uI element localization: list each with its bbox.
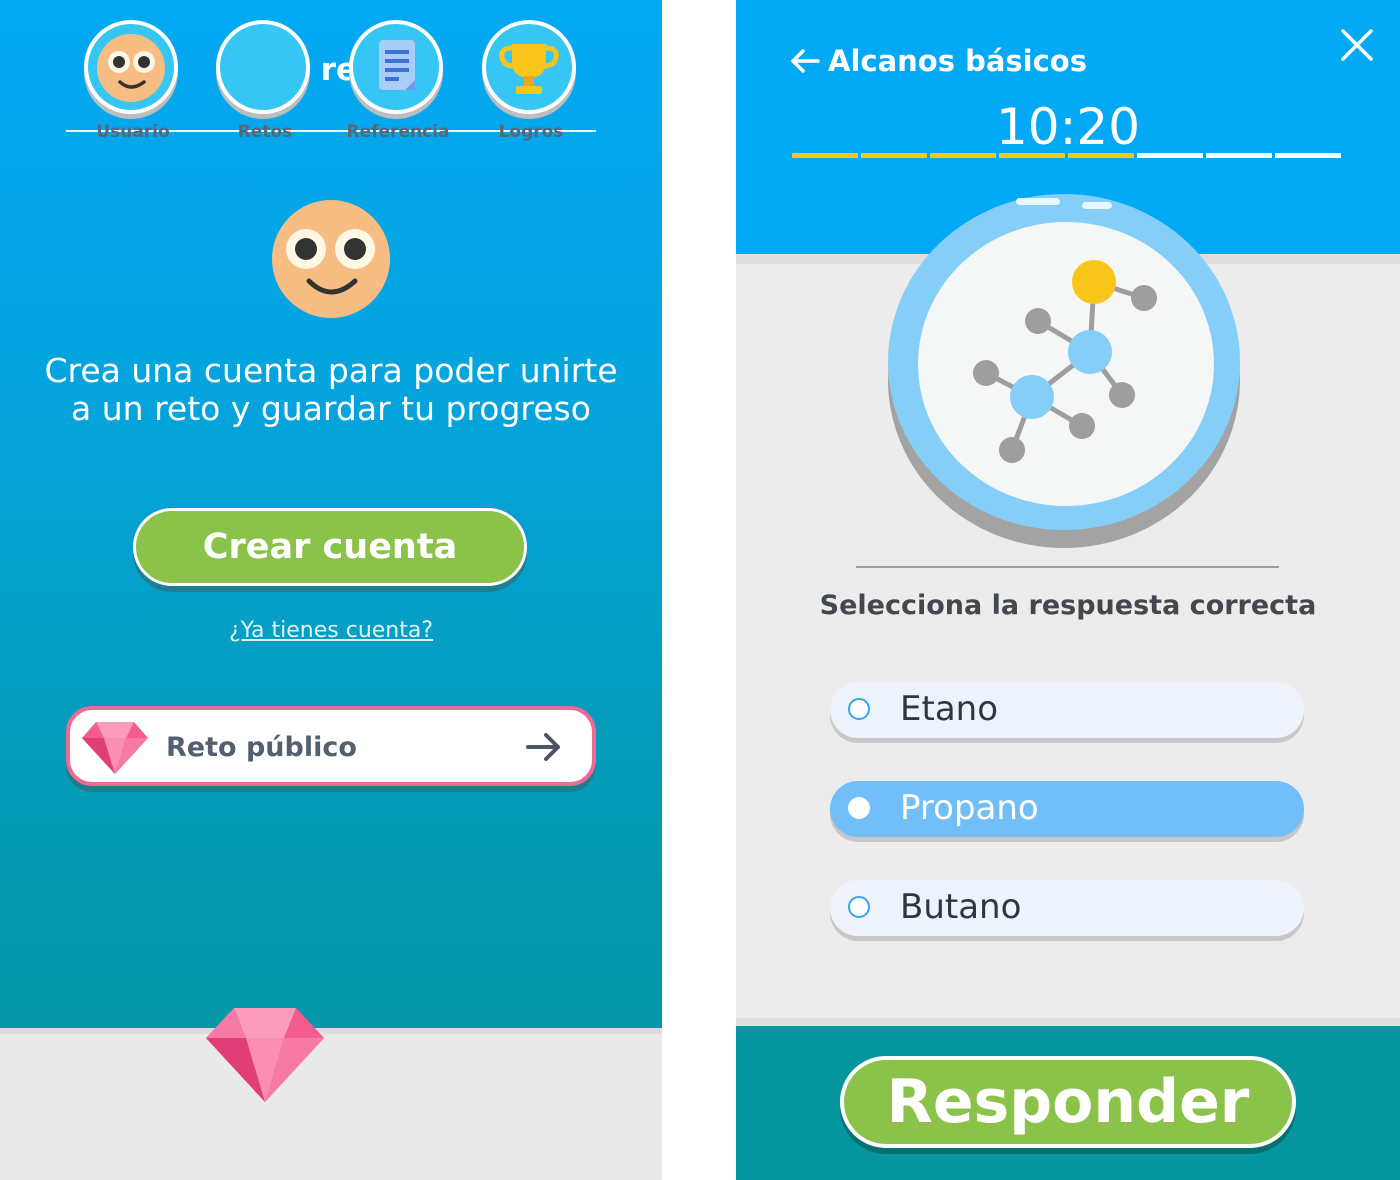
trophy-icon xyxy=(499,44,559,94)
radio-button[interactable] xyxy=(848,896,870,918)
progress-segment xyxy=(930,153,996,158)
answer-option[interactable]: Propano xyxy=(830,781,1304,837)
answer-option[interactable]: Butano xyxy=(830,880,1304,936)
public-challenge-label: Reto público xyxy=(166,732,357,763)
radio-button[interactable] xyxy=(848,797,870,819)
answer-option[interactable]: Etano xyxy=(830,682,1304,738)
answer-button[interactable]: Responder xyxy=(840,1056,1296,1148)
progress-segment xyxy=(999,153,1065,158)
question-divider xyxy=(856,566,1279,568)
nav-label: Logros xyxy=(498,122,564,142)
quiz-screen: Alcanos básicos 10:20 Selecciona la resp… xyxy=(736,0,1400,1180)
nav-item-usuario[interactable]: Usuario xyxy=(78,12,188,152)
login-link[interactable]: ¿Ya tienes cuenta? xyxy=(0,618,662,643)
gem-icon xyxy=(206,1008,324,1102)
signup-message: Crea una cuenta para poder unirte a un r… xyxy=(44,351,618,428)
document-icon xyxy=(379,40,415,90)
close-icon[interactable] xyxy=(1340,28,1374,62)
radio-button[interactable] xyxy=(848,698,870,720)
progress-segment xyxy=(1137,153,1203,158)
smiley-face-icon xyxy=(272,200,390,318)
question-prompt: Selecciona la respuesta correcta xyxy=(819,590,1317,621)
nav-logros-circle xyxy=(482,20,576,114)
nav-item-retos[interactable]: Retos xyxy=(210,12,320,152)
public-challenge-button[interactable]: Reto público xyxy=(66,706,596,786)
progress-segment xyxy=(792,153,858,158)
progress-segment xyxy=(1068,153,1134,158)
timer: 10:20 xyxy=(995,98,1141,156)
option-label: Propano xyxy=(900,788,1039,828)
option-label: Butano xyxy=(900,887,1022,927)
gem-icon xyxy=(82,722,148,774)
nav-retos-circle xyxy=(216,20,310,114)
nav-label: Usuario xyxy=(96,122,170,142)
arrow-right-icon xyxy=(526,733,560,761)
lesson-title: Alcanos básicos xyxy=(828,44,1087,78)
nav-item-referencia[interactable]: Referencia xyxy=(343,12,453,152)
progress-segment xyxy=(1206,153,1272,158)
molecule-icon xyxy=(888,194,1240,548)
progress-segment xyxy=(1275,153,1341,158)
bottom-navigation xyxy=(0,1028,662,1180)
back-button[interactable]: Alcanos básicos xyxy=(790,44,1087,78)
nav-referencia-circle xyxy=(349,20,443,114)
nav-item-logros[interactable]: Logros xyxy=(476,12,586,152)
face-icon xyxy=(97,34,165,102)
challenges-screen: Los retos Crea una cuenta para poder uni… xyxy=(0,0,662,1180)
arrow-left-icon xyxy=(791,49,820,73)
option-label: Etano xyxy=(900,689,998,729)
create-account-button[interactable]: Crear cuenta xyxy=(133,508,527,586)
nav-label: Referencia xyxy=(346,122,450,142)
nav-label: Retos xyxy=(237,122,293,142)
progress-segment xyxy=(861,153,927,158)
nav-usuario-circle xyxy=(84,20,178,114)
